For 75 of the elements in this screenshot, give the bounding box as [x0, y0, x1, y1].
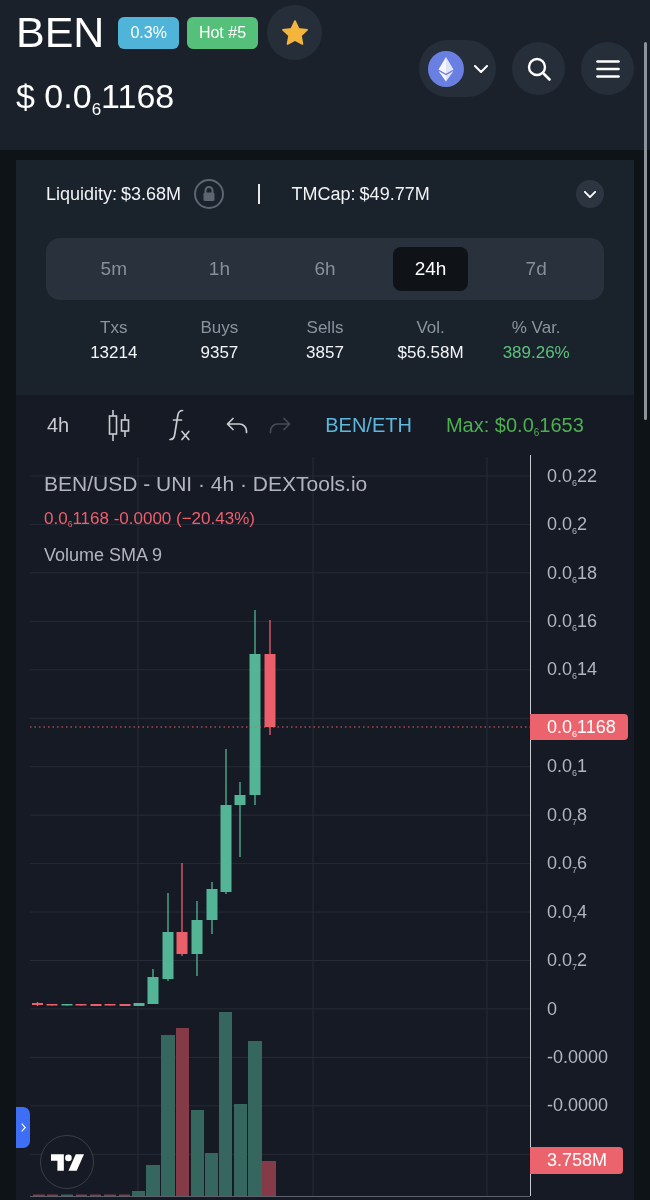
scrollbar-thumb[interactable] [644, 42, 647, 420]
undo-icon [226, 416, 249, 434]
candlestick [119, 1003, 131, 1007]
market-cap-value: $49.77M [359, 183, 430, 205]
candlestick [147, 968, 159, 1005]
search-button[interactable] [512, 42, 565, 95]
price-axis-label: 0.0$_{6}$16 [547, 611, 598, 633]
candlestick [46, 1003, 58, 1007]
stat-label: % Var. [511, 317, 561, 339]
function-icon [169, 409, 191, 441]
chart-title: BEN/USD - UNI · 4h · DEXTools.io [44, 472, 368, 496]
current-volume-label: 3.758M [530, 1147, 623, 1174]
price-axis-label: 0.0$_{7}$8 [547, 804, 588, 826]
current-price-label: 0.0$_{6}$1168 [530, 714, 628, 740]
price-axis-label: 0.0$_{7}$6 [547, 853, 588, 875]
price-axis-label: 0.0$_{7}$2 [547, 950, 588, 972]
period-tab[interactable]: 6h [287, 247, 363, 291]
stat-value: 9357 [200, 342, 239, 364]
token-symbol: BEN [16, 11, 105, 54]
candlestick [75, 1003, 87, 1007]
redo-icon [269, 416, 292, 434]
stat-label: Vol. [416, 317, 445, 339]
stat-value: 389.26% [502, 342, 570, 364]
period-tab[interactable]: 7d [498, 247, 574, 291]
chevron-right-icon [20, 1123, 26, 1132]
indicators-button[interactable] [169, 409, 191, 441]
price-axis-label: 0.0$_{6}$1 [547, 756, 588, 778]
liquidity-label: Liquidity: [46, 183, 118, 205]
lock-icon [194, 179, 225, 209]
price-axis-label: 0.0$_{7}$4 [547, 901, 588, 923]
interval-button[interactable]: 4h [47, 413, 70, 437]
logo-icon [50, 1153, 84, 1171]
stat-label: Sells [306, 317, 344, 339]
market-cap-label: TMCap: [291, 183, 356, 205]
candlestick [133, 1002, 145, 1007]
price-axis-label: 0.0$_{6}$2 [547, 514, 588, 536]
price-axis-label: 0.0$_{6}$22 [547, 465, 598, 487]
stat-value: 3857 [306, 342, 344, 364]
pair-link[interactable]: BEN/ETH [325, 413, 412, 437]
side-panel-tab[interactable] [16, 1107, 30, 1148]
candlestick-icon [108, 409, 131, 441]
chevron-down-icon [474, 64, 488, 73]
stat-value: 13214 [90, 342, 138, 364]
period-tab[interactable]: 1h [181, 247, 257, 291]
menu-icon [595, 59, 620, 78]
stat-label: Txs [100, 317, 128, 339]
max-price: Max: $0.0$_{6}$1653 [445, 413, 584, 437]
chart-type-button[interactable] [108, 409, 131, 441]
price-axis-label: -0.0000 [547, 1095, 609, 1117]
candlestick [90, 1003, 102, 1007]
stat-value: $56.58M [397, 342, 464, 364]
indicator-label: Volume SMA 9 [44, 544, 163, 566]
stat-label: Buys [200, 317, 239, 339]
search-icon [526, 56, 551, 81]
price-axis-label: 0 [547, 998, 557, 1020]
period-tab[interactable]: 24h [393, 247, 469, 291]
logo-button[interactable] [40, 1135, 94, 1189]
info-badge: 0.3% [118, 16, 179, 49]
token-price: $ 0.0$_{6}$1168 [16, 76, 176, 116]
price-axis-label: -0.0000 [547, 1046, 609, 1068]
candlestick [206, 881, 218, 935]
expand-button[interactable] [576, 180, 604, 208]
menu-button[interactable] [581, 42, 634, 95]
period-tab[interactable]: 5m [76, 247, 152, 291]
candlestick [61, 1003, 73, 1007]
undo-button[interactable] [226, 416, 249, 434]
price-change-text: 0.0$_{6}$1168 -0.0000 (−20.43%) [44, 509, 255, 529]
chevron-down-icon [584, 190, 596, 198]
candlestick [104, 1003, 116, 1007]
candlestick [32, 1001, 43, 1007]
info-badge: Hot #5 [186, 16, 259, 49]
price-axis-label: 0.0$_{6}$14 [547, 659, 598, 681]
liquidity-value: $3.68M [121, 183, 182, 205]
ethereum-icon [428, 50, 464, 87]
price-axis-label: 0.0$_{6}$18 [547, 562, 598, 584]
